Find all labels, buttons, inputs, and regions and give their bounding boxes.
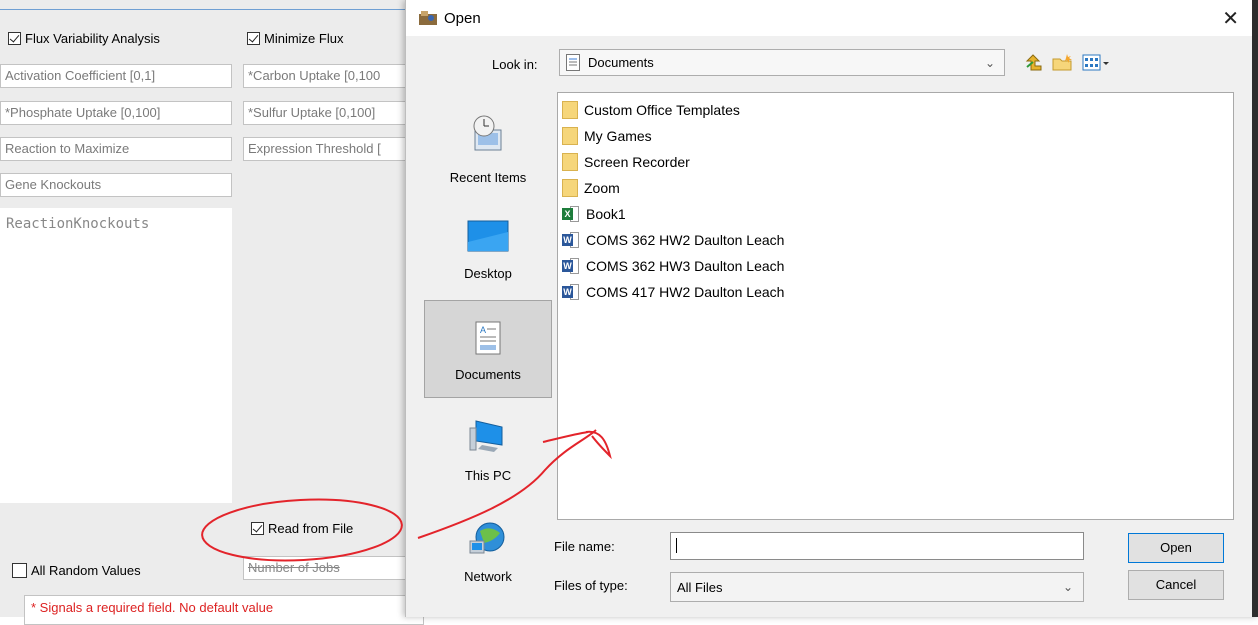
list-item[interactable]: Screen Recorder: [562, 149, 690, 175]
sulfur-uptake-field[interactable]: *Sulfur Uptake [0,100]: [243, 101, 413, 125]
list-item[interactable]: Custom Office Templates: [562, 97, 740, 123]
place-label: Documents: [455, 367, 521, 382]
list-item[interactable]: X Book1: [562, 201, 626, 227]
file-name-label: File name:: [554, 539, 615, 554]
place-network[interactable]: Network: [424, 507, 552, 605]
place-documents[interactable]: A Documents: [424, 300, 552, 398]
text-cursor: [676, 538, 681, 553]
file-name: Custom Office Templates: [584, 102, 740, 118]
phosphate-uptake-field[interactable]: *Phosphate Uptake [0,100]: [0, 101, 232, 125]
place-label: This PC: [464, 468, 512, 483]
place-label: Recent Items: [449, 170, 527, 185]
file-list[interactable]: Custom Office Templates My Games Screen …: [557, 92, 1234, 520]
read-from-file-checkbox-box[interactable]: [251, 522, 264, 535]
required-field-note: * Signals a required field. No default v…: [24, 595, 424, 625]
panel-top-border: [0, 9, 420, 10]
file-name: My Games: [584, 128, 652, 144]
number-of-jobs-field[interactable]: Number of Jobs: [243, 556, 413, 580]
look-in-label: Look in:: [492, 57, 538, 72]
file-name: COMS 417 HW2 Daulton Leach: [586, 284, 785, 300]
look-in-value: Documents: [588, 55, 654, 70]
folder-icon: [562, 127, 578, 145]
file-name: COMS 362 HW2 Daulton Leach: [586, 232, 785, 248]
file-name: Book1: [586, 206, 626, 222]
chevron-down-icon[interactable]: ⌄: [1053, 580, 1083, 594]
close-button[interactable]: ✕: [1222, 6, 1239, 31]
open-button[interactable]: Open: [1128, 533, 1224, 563]
desktop-icon: [467, 220, 509, 252]
gene-knockouts-field[interactable]: Gene Knockouts: [0, 173, 232, 197]
cancel-button[interactable]: Cancel: [1128, 570, 1224, 600]
recent-items-icon: [473, 115, 502, 151]
look-in-dropdown[interactable]: Documents ⌄: [559, 49, 1005, 76]
chevron-down-icon[interactable]: ⌄: [976, 56, 1004, 70]
excel-file-icon: X: [562, 205, 580, 223]
carbon-uptake-field[interactable]: *Carbon Uptake [0,100: [243, 64, 413, 88]
expression-threshold-field[interactable]: Expression Threshold [: [243, 137, 413, 161]
network-icon: [469, 522, 505, 554]
folder-icon: [562, 179, 578, 197]
open-file-dialog: Open ✕ Look in: Documents ⌄ Recent Items…: [405, 0, 1258, 617]
word-file-icon: W: [562, 231, 580, 249]
word-file-icon: W: [562, 283, 580, 301]
read-from-file-label: Read from File: [268, 521, 354, 536]
reaction-to-maximize-field[interactable]: Reaction to Maximize: [0, 137, 232, 161]
activation-coefficient-field[interactable]: Activation Coefficient [0,1]: [0, 64, 232, 88]
dialog-titlebar[interactable]: Open ✕: [406, 0, 1258, 36]
all-random-values-checkbox[interactable]: All Random Values: [12, 563, 141, 578]
file-name-input[interactable]: [670, 532, 1084, 560]
up-one-level-icon[interactable]: [1023, 53, 1043, 73]
minimize-flux-checkbox[interactable]: Minimize Flux: [247, 31, 343, 46]
documents-icon: A: [475, 321, 501, 355]
list-item[interactable]: W COMS 417 HW2 Daulton Leach: [562, 279, 784, 305]
file-name: Screen Recorder: [584, 154, 690, 170]
folder-icon: [562, 101, 578, 119]
fva-checkbox-label: Flux Variability Analysis: [25, 31, 160, 46]
all-random-values-label: All Random Values: [31, 563, 141, 578]
file-name: COMS 362 HW3 Daulton Leach: [586, 258, 785, 274]
list-item[interactable]: W COMS 362 HW3 Daulton Leach: [562, 253, 784, 279]
place-this-pc[interactable]: This PC: [424, 404, 552, 502]
list-item[interactable]: W COMS 362 HW2 Daulton Leach: [562, 227, 784, 253]
svg-text:A: A: [480, 325, 486, 335]
new-folder-icon[interactable]: [1052, 53, 1074, 73]
java-app-icon: [419, 11, 437, 25]
list-item[interactable]: My Games: [562, 123, 652, 149]
file-name: Zoom: [584, 180, 620, 196]
files-of-type-value: All Files: [677, 579, 723, 595]
files-of-type-dropdown[interactable]: All Files ⌄: [670, 572, 1084, 602]
documents-small-icon: [566, 54, 580, 71]
fva-checkbox-box[interactable]: [8, 32, 21, 45]
place-label: Desktop: [464, 266, 512, 281]
dialog-title: Open: [444, 10, 481, 27]
files-of-type-label: Files of type:: [554, 578, 628, 593]
minimize-flux-checkbox-label: Minimize Flux: [264, 31, 344, 46]
places-bar: Recent Items Desktop A Documents This PC…: [424, 92, 552, 602]
word-file-icon: W: [562, 257, 580, 275]
place-desktop[interactable]: Desktop: [424, 202, 552, 300]
window-edge-strip: [1252, 0, 1258, 617]
list-item[interactable]: Zoom: [562, 175, 620, 201]
place-label: Network: [464, 569, 512, 584]
place-recent-items[interactable]: Recent Items: [424, 100, 552, 198]
background-app-panel: Flux Variability Analysis Minimize Flux …: [0, 0, 424, 625]
view-menu-icon[interactable]: [1082, 53, 1110, 73]
minimize-flux-checkbox-box[interactable]: [247, 32, 260, 45]
fva-checkbox[interactable]: Flux Variability Analysis: [8, 31, 160, 46]
read-from-file-checkbox[interactable]: Read from File: [251, 521, 353, 536]
all-random-values-checkbox-box[interactable]: [12, 563, 27, 578]
this-pc-icon: [469, 420, 503, 452]
reaction-knockouts-textarea[interactable]: ReactionKnockouts: [0, 208, 232, 503]
folder-icon: [562, 153, 578, 171]
